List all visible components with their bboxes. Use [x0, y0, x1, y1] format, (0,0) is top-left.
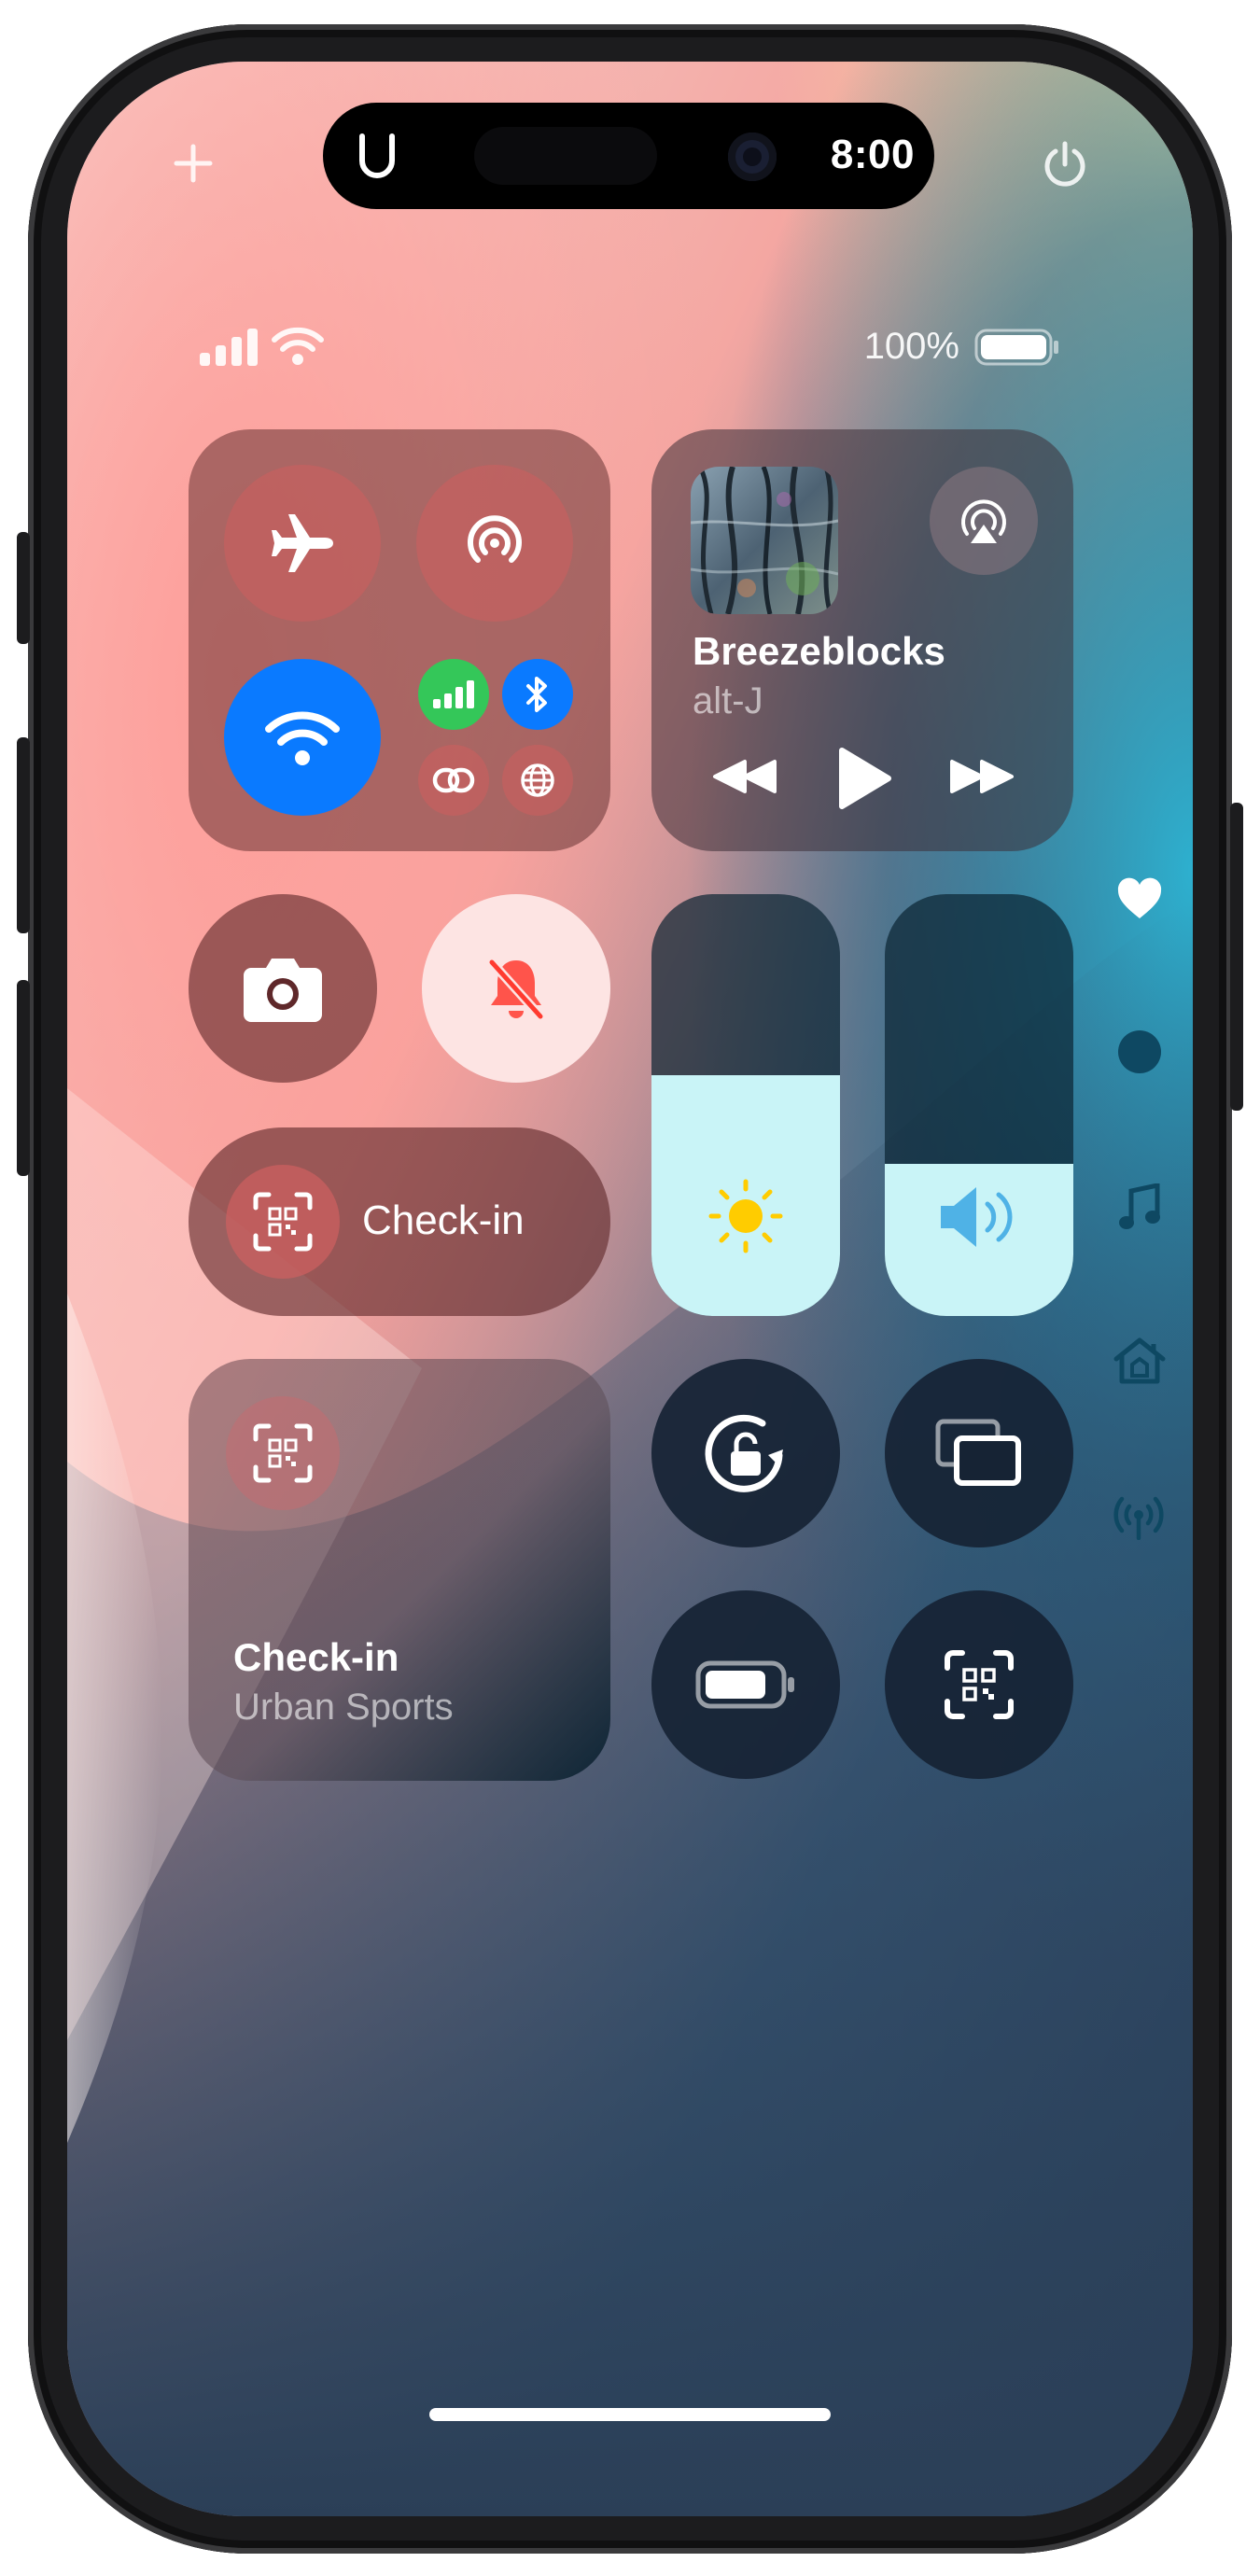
airplay-icon: [961, 499, 1006, 543]
play-icon: [839, 748, 891, 809]
heart-icon[interactable]: [1116, 877, 1163, 920]
airplane-icon: [272, 514, 333, 572]
qr-scanner-icon: [253, 1423, 313, 1483]
battery-low-power-icon: [695, 1660, 794, 1709]
next-track-button[interactable]: [948, 758, 1015, 795]
music-note-icon[interactable]: [1118, 1183, 1161, 1232]
play-button[interactable]: [834, 745, 894, 812]
home-icon[interactable]: [1113, 1337, 1167, 1385]
power-icon: [1044, 141, 1085, 187]
dot-icon[interactable]: [1118, 1030, 1161, 1073]
silent-mode-icon: [357, 133, 398, 181]
wifi-icon: [265, 711, 340, 765]
power-button[interactable]: [1041, 140, 1089, 189]
check-in-widget-icon-circle: [226, 1396, 340, 1510]
low-power-mode-button[interactable]: [651, 1590, 840, 1779]
airplane-mode-button[interactable]: [224, 465, 381, 622]
action-button: [17, 532, 30, 644]
sun-icon: [704, 1174, 788, 1258]
home-indicator[interactable]: [429, 2408, 831, 2421]
screen-mirroring-button[interactable]: [885, 1359, 1073, 1547]
wifi-status-icon: [271, 325, 325, 366]
plus-icon: [174, 144, 213, 183]
camera-button[interactable]: [189, 894, 377, 1083]
brightness-slider[interactable]: [651, 894, 840, 1316]
bluetooth-button[interactable]: [502, 659, 573, 730]
cellular-bars-icon: [433, 680, 474, 708]
speaker-icon: [937, 1183, 1023, 1251]
rotation-lock-icon: [705, 1414, 783, 1492]
track-artist: alt-J: [693, 680, 763, 721]
volume-down-button: [17, 980, 30, 1176]
airdrop-button[interactable]: [416, 465, 573, 622]
airdrop-icon: [468, 515, 522, 563]
silent-mode-button[interactable]: [422, 894, 610, 1083]
orientation-lock-button[interactable]: [651, 1359, 840, 1547]
bell-slash-icon: [487, 958, 545, 1021]
side-button: [1230, 803, 1243, 1111]
volume-up-button: [17, 737, 30, 933]
screen-mirroring-icon: [935, 1419, 1021, 1486]
check-in-icon-circle: [226, 1165, 340, 1279]
check-in-label: Check-in: [362, 1197, 525, 1243]
qr-code-scanner-icon: [945, 1650, 1014, 1719]
airplay-button[interactable]: [930, 467, 1038, 575]
bluetooth-icon: [526, 677, 547, 712]
camera-cutout: [474, 127, 657, 185]
camera-icon: [244, 959, 322, 1022]
forward-icon: [950, 760, 1014, 793]
clock-time: 8:00: [830, 132, 915, 177]
check-in-widget-title: Check-in: [233, 1635, 399, 1679]
volume-slider[interactable]: [885, 894, 1073, 1316]
link-icon: [432, 767, 475, 793]
front-camera: [728, 133, 777, 181]
vpn-button[interactable]: [502, 745, 573, 816]
personal-hotspot-button[interactable]: [418, 745, 489, 816]
cellular-signal-icon: [200, 327, 261, 366]
qr-scanner-icon: [253, 1192, 313, 1252]
code-scanner-button[interactable]: [885, 1590, 1073, 1779]
track-title: Breezeblocks: [693, 629, 945, 673]
previous-track-button[interactable]: [711, 758, 778, 795]
battery-percent: 100%: [863, 326, 959, 367]
globe-icon: [521, 763, 554, 797]
check-in-widget-subtitle: Urban Sports: [233, 1687, 454, 1728]
battery-icon: [974, 329, 1060, 366]
add-control-button[interactable]: [172, 142, 215, 185]
backward-icon: [713, 760, 777, 793]
album-artwork[interactable]: [691, 467, 838, 614]
wifi-toggle-button[interactable]: [224, 659, 381, 816]
cellular-data-button[interactable]: [418, 659, 489, 730]
antenna-icon[interactable]: [1111, 1493, 1167, 1540]
